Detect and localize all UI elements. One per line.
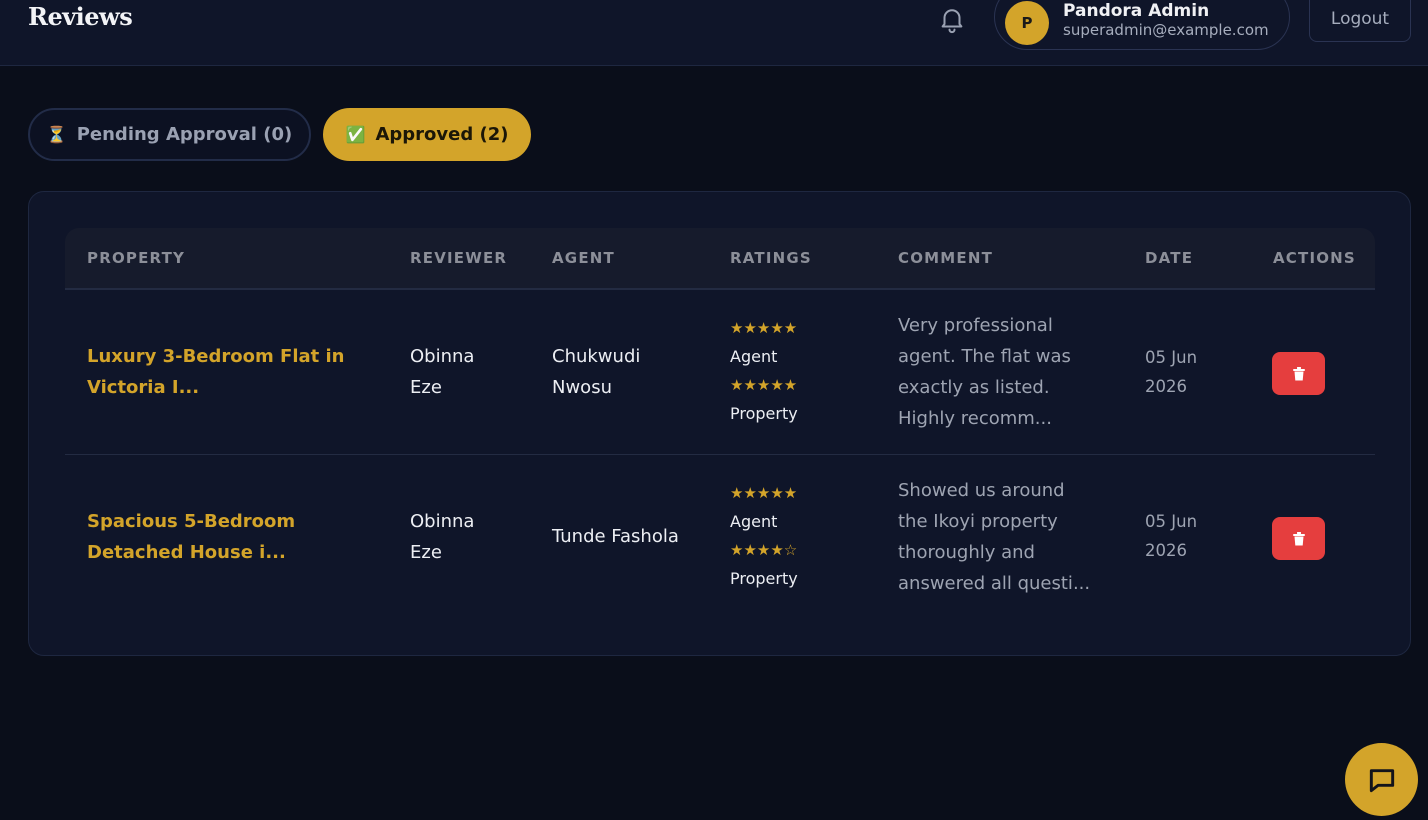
date-line: 2026 bbox=[1145, 376, 1187, 396]
delete-review-button[interactable] bbox=[1272, 517, 1325, 560]
property-title-line: Detached House i... bbox=[87, 542, 286, 563]
bell-icon bbox=[941, 9, 963, 34]
delete-review-button[interactable] bbox=[1272, 352, 1325, 395]
column-header-reviewer: REVIEWER bbox=[410, 249, 508, 267]
reviews-panel: PROPERTY REVIEWER AGENT RATINGS COMMENT … bbox=[28, 191, 1411, 656]
property-title-line: Luxury 3-Bedroom Flat in bbox=[87, 346, 345, 367]
comment-line: answered all questi... bbox=[898, 573, 1091, 594]
notifications-button[interactable] bbox=[934, 2, 970, 36]
ratings-cell: ★★★★★ Agent ★★★★★ Property bbox=[730, 314, 870, 428]
date-line: 2026 bbox=[1145, 540, 1187, 560]
column-header-date: DATE bbox=[1145, 249, 1194, 267]
review-comment: Very professional agent. The flat was ex… bbox=[898, 310, 1108, 434]
comment-line: Showed us around bbox=[898, 480, 1065, 501]
column-header-comment: COMMENT bbox=[898, 249, 994, 267]
table-header: PROPERTY REVIEWER AGENT RATINGS COMMENT … bbox=[65, 228, 1375, 290]
agent-rating-label: Agent bbox=[730, 511, 778, 531]
tab-label: Pending Approval (0) bbox=[76, 124, 293, 145]
agent-rating-stars: ★★★★★ bbox=[730, 484, 798, 502]
reviewer-name: Obinna Eze bbox=[410, 341, 520, 403]
agent-name: Tunde Fashola bbox=[552, 521, 702, 552]
reviewer-name-line: Obinna bbox=[410, 346, 475, 367]
property-rating-label: Property bbox=[730, 403, 798, 423]
chat-icon bbox=[1369, 768, 1394, 792]
user-profile-chip[interactable]: P Pandora Admin superadmin@example.com bbox=[994, 0, 1290, 50]
user-email: superadmin@example.com bbox=[1063, 21, 1269, 39]
date-line: 05 Jun bbox=[1145, 348, 1198, 367]
review-comment: Showed us around the Ikoyi property thor… bbox=[898, 475, 1108, 599]
agent-name-line: Nwosu bbox=[552, 377, 612, 398]
column-header-agent: AGENT bbox=[552, 249, 615, 267]
trash-icon bbox=[1292, 531, 1305, 545]
comment-line: exactly as listed. bbox=[898, 377, 1050, 398]
column-header-property: PROPERTY bbox=[87, 249, 186, 267]
agent-name-line: Chukwudi bbox=[552, 346, 641, 367]
table-row: Spacious 5-Bedroom Detached House i... O… bbox=[65, 456, 1375, 620]
tab-pending-approval[interactable]: ⏳ Pending Approval (0) bbox=[28, 108, 311, 161]
property-rating-stars: ★★★★☆ bbox=[730, 541, 798, 559]
comment-line: agent. The flat was bbox=[898, 346, 1071, 367]
trash-icon bbox=[1292, 366, 1305, 380]
chat-button[interactable] bbox=[1345, 743, 1418, 816]
comment-line: Highly recomm... bbox=[898, 408, 1052, 429]
review-date: 05 Jun 2026 bbox=[1145, 344, 1235, 401]
property-link[interactable]: Luxury 3-Bedroom Flat in Victoria I... bbox=[87, 341, 357, 403]
reviewer-name: Obinna Eze bbox=[410, 506, 520, 568]
agent-name: Chukwudi Nwosu bbox=[552, 341, 702, 403]
column-header-ratings: RATINGS bbox=[730, 249, 812, 267]
hourglass-icon: ⏳ bbox=[46, 125, 67, 144]
comment-line: thoroughly and bbox=[898, 542, 1035, 563]
column-header-actions: ACTIONS bbox=[1273, 249, 1356, 267]
check-mark-icon: ✅ bbox=[345, 125, 366, 144]
reviewer-name-line: Eze bbox=[410, 377, 442, 398]
agent-rating-stars: ★★★★★ bbox=[730, 319, 798, 337]
property-rating-label: Property bbox=[730, 568, 798, 588]
top-bar: Reviews P Pandora Admin superadmin@examp… bbox=[0, 0, 1428, 66]
property-link[interactable]: Spacious 5-Bedroom Detached House i... bbox=[87, 506, 357, 568]
property-title-line: Victoria I... bbox=[87, 377, 200, 398]
property-rating-stars: ★★★★★ bbox=[730, 376, 798, 394]
agent-rating-label: Agent bbox=[730, 346, 778, 366]
reviewer-name-line: Eze bbox=[410, 542, 442, 563]
tab-approved[interactable]: ✅ Approved (2) bbox=[323, 108, 531, 161]
agent-name-line: Tunde Fashola bbox=[552, 526, 679, 547]
avatar: P bbox=[1005, 1, 1049, 45]
page-title: Reviews bbox=[28, 2, 133, 31]
comment-line: Very professional bbox=[898, 315, 1053, 336]
property-title-line: Spacious 5-Bedroom bbox=[87, 511, 296, 532]
comment-line: the Ikoyi property bbox=[898, 511, 1058, 532]
logout-button[interactable]: Logout bbox=[1309, 0, 1411, 42]
ratings-cell: ★★★★★ Agent ★★★★☆ Property bbox=[730, 479, 870, 593]
date-line: 05 Jun bbox=[1145, 512, 1198, 531]
tab-label: Approved (2) bbox=[375, 124, 509, 145]
review-date: 05 Jun 2026 bbox=[1145, 508, 1235, 565]
table-row: Luxury 3-Bedroom Flat in Victoria I... O… bbox=[65, 291, 1375, 455]
reviewer-name-line: Obinna bbox=[410, 511, 475, 532]
user-name: Pandora Admin bbox=[1063, 1, 1210, 21]
